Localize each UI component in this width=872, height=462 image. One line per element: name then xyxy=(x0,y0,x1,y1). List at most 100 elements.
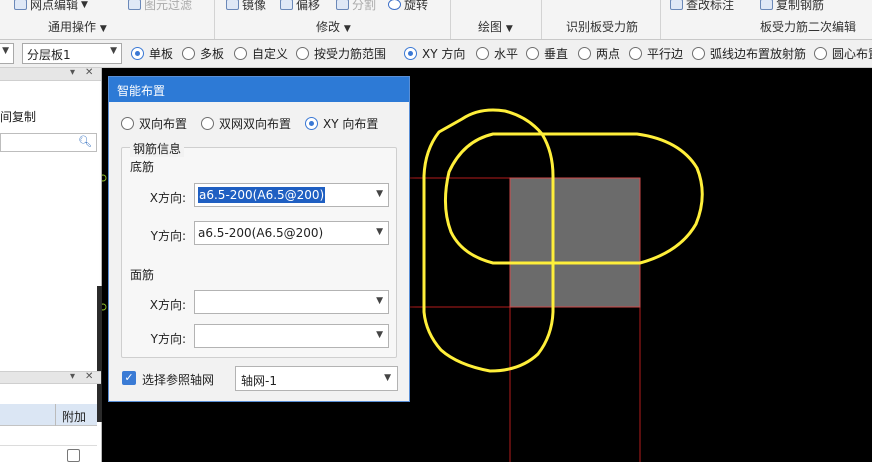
radio-icon xyxy=(578,47,591,60)
floor-combo[interactable]: ▼ xyxy=(0,43,14,64)
bottom-x-field[interactable]: a6.5-200(A6.5@200) ▼ xyxy=(194,183,389,207)
rotate-icon xyxy=(388,0,401,10)
radio-icon xyxy=(526,47,539,60)
top-x-field[interactable]: ▼ xyxy=(194,290,389,314)
view-annotation-button[interactable]: 查改标注 xyxy=(670,0,734,13)
radio-icon xyxy=(629,47,642,60)
group-title: 钢筋信息 xyxy=(130,140,185,157)
table-row[interactable] xyxy=(0,426,97,446)
pin-icon[interactable]: ▾ xyxy=(70,371,75,382)
bottom-y-label: Y方向: xyxy=(150,229,186,243)
chevron-down-icon[interactable]: ▼ xyxy=(376,189,383,199)
mode-bidirectional[interactable]: 双向布置 xyxy=(121,115,187,132)
group-draw[interactable]: 绘图 ▼ xyxy=(478,18,513,35)
mode-double-mesh[interactable]: 双网双向布置 xyxy=(201,115,291,132)
panel-header: ▾ ✕ xyxy=(0,371,101,384)
table-row[interactable] xyxy=(0,446,97,462)
ref-grid-checkbox[interactable]: ✓ xyxy=(122,371,136,385)
chevron-down-icon: ▼ xyxy=(505,24,513,34)
dir-center[interactable]: 圆心布置 xyxy=(814,45,872,62)
close-icon[interactable]: ✕ xyxy=(85,67,93,78)
dir-arc-radial[interactable]: 弧线边布置放射筋 xyxy=(692,45,806,62)
mesh-edit-button[interactable]: 网点编辑 ▼ xyxy=(14,0,88,13)
mode-single-slab[interactable]: 单板 xyxy=(131,45,173,62)
chevron-down-icon[interactable]: ▼ xyxy=(384,373,391,383)
radio-icon xyxy=(182,47,195,60)
ribbon-toolbar: 网点编辑 ▼ 图元过滤 镜像 偏移 分割 旋转 查改标注 复制钢筋 通用操作 ▼… xyxy=(0,0,872,40)
ref-grid-select[interactable]: 轴网-1 ▼ xyxy=(235,366,398,391)
chevron-down-icon[interactable]: ▼ xyxy=(376,296,383,306)
layer-combo[interactable]: 分层板1 ▼ xyxy=(22,43,122,64)
copy-rebar-button[interactable]: 复制钢筋 xyxy=(760,0,824,13)
chevron-down-icon: ▼ xyxy=(2,46,9,56)
chevron-down-icon: ▼ xyxy=(110,46,117,56)
dialog-title[interactable]: 智能布置 xyxy=(109,77,409,102)
copy-icon xyxy=(760,0,773,10)
group-general-ops[interactable]: 通用操作 ▼ xyxy=(48,18,107,35)
radio-icon xyxy=(305,117,319,130)
ribbon-separator xyxy=(450,0,451,39)
group-modify[interactable]: 修改 ▼ xyxy=(316,18,351,35)
column-header xyxy=(0,404,56,426)
left-panel: ▾ ✕ 间复制 🔍︎ ▾ ✕ 附加 xyxy=(0,67,102,462)
mode-by-rebar-range[interactable]: 按受力筋范围 xyxy=(296,45,386,62)
grid-marker xyxy=(102,303,107,311)
search-input[interactable]: 🔍︎ xyxy=(0,133,97,152)
dir-xy[interactable]: XY 方向 xyxy=(404,45,465,62)
split-icon xyxy=(336,0,349,10)
smart-layout-dialog: 智能布置 双向布置 双网双向布置 XY 向布置 钢筋信息 底筋 X方向: a6.… xyxy=(108,76,410,402)
ribbon-separator xyxy=(214,0,215,39)
table-header: 附加 xyxy=(0,404,97,426)
chevron-down-icon[interactable]: ▼ xyxy=(376,227,383,237)
top-y-field[interactable]: ▼ xyxy=(194,324,389,348)
top-rebar-heading: 面筋 xyxy=(130,268,155,282)
close-icon[interactable]: ✕ xyxy=(85,371,93,382)
checkbox[interactable] xyxy=(67,449,80,462)
radio-icon xyxy=(404,47,417,60)
chevron-down-icon: ▼ xyxy=(343,24,351,34)
chevron-down-icon: ▼ xyxy=(81,0,88,10)
group-identify: 识别板受力筋 xyxy=(566,20,639,34)
radio-icon xyxy=(201,117,215,130)
top-x-label: X方向: xyxy=(149,298,186,312)
rotate-button[interactable]: 旋转 xyxy=(388,0,428,13)
group-secondary-edit: 板受力筋二次编辑 xyxy=(760,20,857,34)
bottom-x-label: X方向: xyxy=(149,191,186,205)
bottom-rebar-heading: 底筋 xyxy=(130,160,155,174)
dir-horizontal[interactable]: 水平 xyxy=(476,45,518,62)
layout-mode-group: 双向布置 双网双向布置 XY 向布置 xyxy=(121,115,378,132)
offset-button[interactable]: 偏移 xyxy=(280,0,320,13)
dir-parallel-edge[interactable]: 平行边 xyxy=(629,45,683,62)
radio-icon xyxy=(234,47,247,60)
radio-icon xyxy=(814,47,827,60)
pin-icon[interactable]: ▾ xyxy=(70,67,75,78)
radio-icon xyxy=(131,47,144,60)
chevron-down-icon: ▼ xyxy=(99,24,107,34)
dir-vertical[interactable]: 垂直 xyxy=(526,45,568,62)
ribbon-separator xyxy=(660,0,661,39)
chevron-down-icon[interactable]: ▼ xyxy=(376,330,383,340)
radio-icon xyxy=(296,47,309,60)
bottom-y-field[interactable]: a6.5-200(A6.5@200) ▼ xyxy=(194,221,389,245)
column-header-extra: 附加 xyxy=(62,410,87,424)
top-y-label: Y方向: xyxy=(150,332,186,346)
options-bar: ▼ 分层板1 ▼ 单板 多板 自定义 按受力筋范围 XY 方向 水平 垂直 两点… xyxy=(0,40,872,68)
annotation-icon xyxy=(670,0,683,10)
split-button[interactable]: 分割 xyxy=(336,0,376,13)
tab-copy[interactable]: 间复制 xyxy=(0,108,36,125)
search-icon[interactable]: 🔍︎ xyxy=(78,135,92,148)
mesh-edit-icon xyxy=(14,0,27,10)
dir-two-points[interactable]: 两点 xyxy=(578,45,620,62)
grid-marker xyxy=(102,174,107,182)
ribbon-separator xyxy=(541,0,542,39)
panel-header: ▾ ✕ xyxy=(0,67,101,81)
mode-multi-slab[interactable]: 多板 xyxy=(182,45,224,62)
filter-icon xyxy=(128,0,141,10)
radio-icon xyxy=(692,47,705,60)
selected-slab[interactable] xyxy=(509,177,641,308)
ref-grid-label[interactable]: 选择参照轴网 xyxy=(142,371,214,388)
element-filter-button[interactable]: 图元过滤 xyxy=(128,0,192,13)
mirror-button[interactable]: 镜像 xyxy=(226,0,266,13)
mode-xy[interactable]: XY 向布置 xyxy=(305,115,378,132)
mode-custom[interactable]: 自定义 xyxy=(234,45,288,62)
